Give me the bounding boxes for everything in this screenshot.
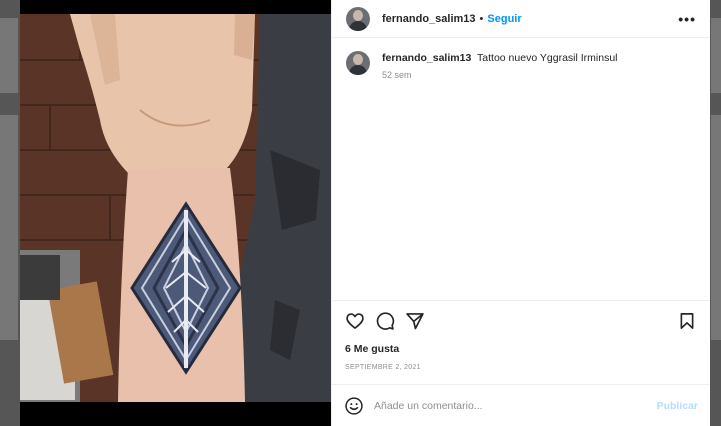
add-comment-bar: Publicar xyxy=(332,384,710,426)
bookmark-icon[interactable] xyxy=(676,310,698,332)
comment-bubble-icon[interactable] xyxy=(374,310,396,332)
likes-count[interactable]: 6 Me gusta xyxy=(332,341,710,355)
separator-dot: • xyxy=(479,12,484,25)
post-side-panel: fernando_salim13 • Seguir ••• fernando_s… xyxy=(331,0,710,426)
post-date[interactable]: SEPTIEMBRE 2, 2021 xyxy=(332,355,710,371)
post-modal: fernando_salim13 • Seguir ••• fernando_s… xyxy=(20,0,710,426)
caption-item: fernando_salim13 Tattoo nuevo Yggrasil I… xyxy=(346,51,696,80)
tattoo-photo-image xyxy=(20,0,331,426)
caption-username[interactable]: fernando_salim13 xyxy=(382,52,471,64)
heart-icon[interactable] xyxy=(344,310,366,332)
follow-button[interactable]: Seguir xyxy=(487,13,521,25)
header-username[interactable]: fernando_salim13 xyxy=(382,13,476,25)
background-thumbnail xyxy=(711,115,721,340)
publish-button[interactable]: Publicar xyxy=(657,400,698,412)
post-actions-area: 6 Me gusta SEPTIEMBRE 2, 2021 xyxy=(332,300,710,371)
post-photo xyxy=(20,0,331,426)
background-thumbnail xyxy=(0,115,18,340)
caption-text: Tattoo nuevo Yggrasil Irminsul xyxy=(477,52,618,64)
comments-section: fernando_salim13 Tattoo nuevo Yggrasil I… xyxy=(332,38,710,93)
comment-input[interactable] xyxy=(374,399,657,412)
caption-avatar[interactable] xyxy=(346,51,370,75)
emoji-smile-icon[interactable] xyxy=(344,396,364,416)
action-bar xyxy=(332,301,710,341)
caption-age[interactable]: 52 sem xyxy=(382,70,618,80)
background-thumbnail xyxy=(0,18,18,93)
post-header: fernando_salim13 • Seguir ••• xyxy=(332,0,710,38)
avatar[interactable] xyxy=(346,6,370,31)
background-thumbnail xyxy=(711,18,721,93)
paper-plane-icon[interactable] xyxy=(404,310,426,332)
more-options-icon[interactable]: ••• xyxy=(678,11,696,27)
